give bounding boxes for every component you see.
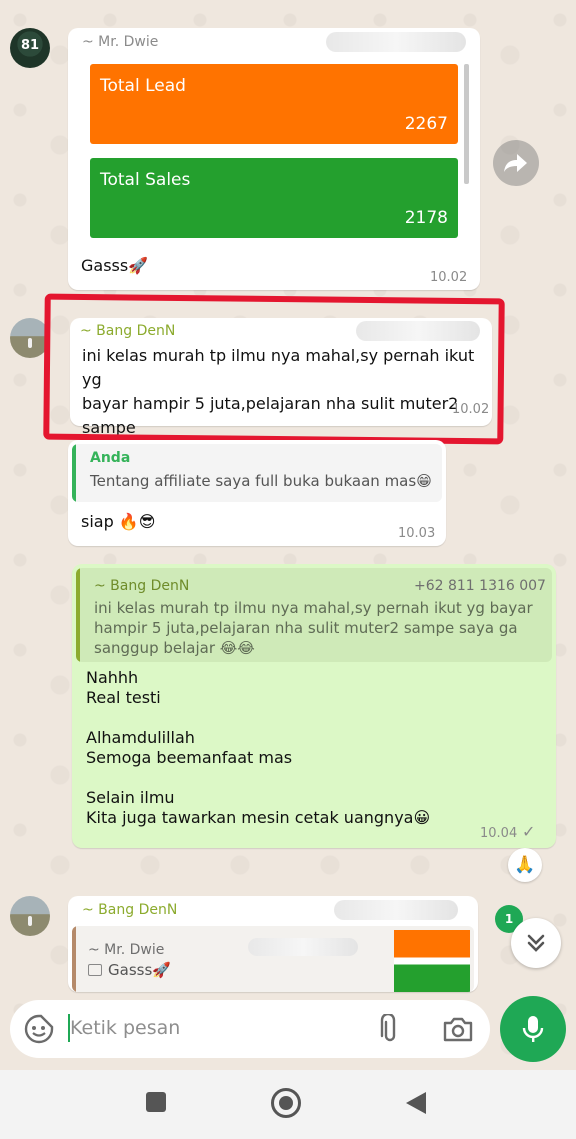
home-dot xyxy=(279,1096,293,1110)
quote-text: ini kelas murah tp ilmu nya mahal,sy per… xyxy=(94,599,533,657)
camera-button[interactable] xyxy=(442,1014,474,1044)
mic-icon xyxy=(522,1016,544,1042)
paperclip-icon xyxy=(380,1012,396,1042)
total-sales-card[interactable]: Total Sales 2178 xyxy=(90,158,458,238)
read-tick-icon: ✓ xyxy=(522,822,536,841)
message-bubble-reply[interactable]: Anda Tentang affiliate saya full buka bu… xyxy=(68,440,446,546)
phone-number-redacted xyxy=(248,938,358,956)
sticker-icon xyxy=(24,1014,54,1044)
message-text: siap 🔥😎 xyxy=(81,512,156,531)
back-icon[interactable] xyxy=(404,1090,428,1116)
phone-number-redacted xyxy=(356,321,480,341)
total-sales-value: 2178 xyxy=(404,208,448,228)
sender-name[interactable]: ~ Bang DenN xyxy=(80,323,175,339)
recent-apps-button[interactable] xyxy=(146,1092,166,1112)
quote-sender: ~ Bang DenN xyxy=(94,578,190,594)
total-sales-label: Total Sales xyxy=(100,170,191,190)
quote-bar xyxy=(76,568,80,662)
sender-name[interactable]: ~ Bang DenN xyxy=(82,902,177,918)
forward-icon xyxy=(504,154,527,172)
message-time: 10.03 xyxy=(398,526,436,541)
forward-button[interactable] xyxy=(493,140,539,186)
camera-icon xyxy=(443,1017,473,1042)
quote-text: Tentang affiliate saya full buka bukaan … xyxy=(90,472,432,490)
phone-number-redacted xyxy=(326,32,466,52)
sender-name[interactable]: ~ Mr. Dwie xyxy=(82,34,158,50)
quote-bar xyxy=(72,926,76,992)
message-bubble-bang-denn[interactable]: ~ Bang DenN ini kelas murah tp ilmu nya … xyxy=(70,318,492,461)
message-composer[interactable]: Ketik pesan xyxy=(10,1000,490,1058)
scroll-down-button[interactable] xyxy=(511,918,561,968)
chevron-double-down-icon xyxy=(527,934,545,952)
avatar-bang-denn[interactable] xyxy=(10,318,50,358)
attach-button[interactable] xyxy=(376,1012,404,1044)
message-time: 10.04 xyxy=(480,826,518,841)
quote-sender: Anda xyxy=(90,450,131,466)
quoted-message[interactable]: ~ Mr. Dwie Gasss🚀 xyxy=(72,926,474,992)
total-lead-card[interactable]: Total Lead 2267 xyxy=(90,64,458,144)
quote-phone: +62 811 1316 007 xyxy=(414,578,546,594)
message-text: Nahhh Real testi Alhamdulillah Semoga be… xyxy=(86,668,431,827)
quoted-message[interactable]: Anda Tentang affiliate saya full buka bu… xyxy=(72,444,442,502)
system-navigation-bar xyxy=(0,1070,576,1139)
reaction-badge[interactable]: 🙏 xyxy=(508,848,542,882)
total-lead-value: 2267 xyxy=(404,114,448,134)
quote-text: Gasss🚀 xyxy=(108,961,171,979)
message-input[interactable]: Ketik pesan xyxy=(70,1017,180,1039)
mic-button[interactable] xyxy=(500,996,566,1062)
message-bubble-outgoing[interactable]: ~ Bang DenN +62 811 1316 007 ini kelas m… xyxy=(72,564,556,848)
phone-number-redacted xyxy=(334,900,458,920)
message-bubble-mr-dwie[interactable]: ~ Mr. Dwie Total Lead 2267 Total Sales 2… xyxy=(68,28,480,290)
total-lead-label: Total Lead xyxy=(100,76,186,96)
home-button[interactable] xyxy=(271,1088,301,1118)
quoted-message[interactable]: ~ Bang DenN +62 811 1316 007 ini kelas m… xyxy=(76,568,552,662)
avatar-bang-denn[interactable] xyxy=(10,896,50,936)
message-text: Gasss🚀 xyxy=(81,256,149,275)
quote-sender: ~ Mr. Dwie xyxy=(88,942,165,958)
avatar-mr-dwie[interactable]: 81 xyxy=(10,28,50,68)
message-bubble-bang-denn-partial[interactable]: ~ Bang DenN ~ Mr. Dwie Gasss🚀 xyxy=(68,896,478,992)
message-time: 10.02 xyxy=(430,270,468,285)
image-icon xyxy=(88,964,102,976)
sticker-button[interactable] xyxy=(24,1014,54,1044)
quote-thumbnail xyxy=(394,930,470,992)
image-scrollbar[interactable] xyxy=(464,64,469,184)
quote-bar xyxy=(72,444,76,502)
message-time: 10.02 xyxy=(452,402,490,417)
